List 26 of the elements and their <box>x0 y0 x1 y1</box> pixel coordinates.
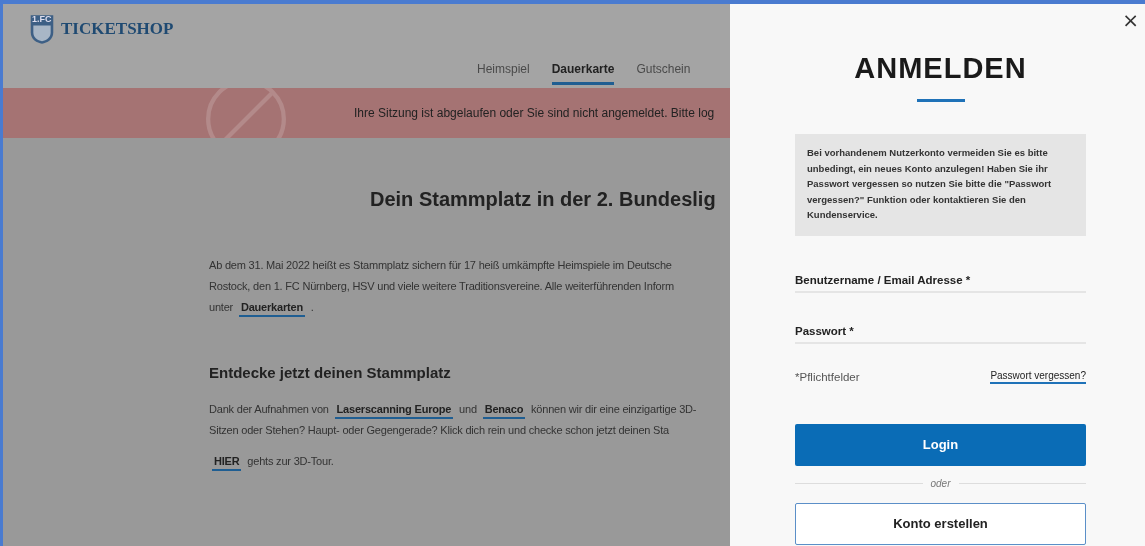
drawer-title: ANMELDEN <box>853 52 1028 85</box>
intro-paragraph: Ab dem 31. Mai 2022 heißt es Stammplatz sichern für 17 heiß umkämpfte Heimspiele im Deutsche Rostock, den 1. FC Nürnberg, HSV und viele weitere Traditionsvereine. Alle weiterführenden Inform unter Dauerkarten . <box>209 255 730 318</box>
logo-label: 1.FC <box>32 14 52 24</box>
close-button[interactable]: × <box>1122 10 1139 30</box>
section-heading: Entdecke jetzt deinen Stammplatz <box>209 364 452 381</box>
forgot-password-link[interactable]: Passwort vergessen? <box>990 369 1086 384</box>
nav-tab[interactable]: Dauerkarte <box>551 62 615 85</box>
text-link[interactable]: Dauerkarten <box>238 301 305 317</box>
text-link[interactable]: Benaco <box>482 403 526 419</box>
input-field[interactable]: Benutzername / Email Adresse * <box>795 273 1086 293</box>
required-note: *Pflichtfelder <box>795 370 860 383</box>
register-button[interactable]: Konto erstellen <box>795 502 1086 545</box>
logo-text[interactable]: TICKETSHOP <box>61 19 174 39</box>
nav-tab[interactable]: Gutschein <box>636 62 691 85</box>
tour-paragraph: Dank der Aufnahmen von Laserscanning Europe und Benaco können wir dir eine einzigartige 3D- Sitzen oder Stehen? Haupt- oder Gegengerade? Klick dich rein und checke schon jetzt deinen Sta <box>209 402 698 438</box>
tour-link-text: HIER gehts zur 3D-Tour. <box>209 451 730 472</box>
nav-tab[interactable]: Heimspiel <box>477 62 530 85</box>
input-field[interactable]: Passwort * <box>795 324 1086 344</box>
alert-message: Ihre Sitzung ist abgelaufen oder Sie sind nicht angemeldet. Bitte log <box>354 106 715 120</box>
page-heading: Dein Stammplatz in der 2. Bundeslig <box>370 188 717 211</box>
separator-text: oder <box>930 477 951 489</box>
login-button[interactable]: Login <box>795 423 1086 466</box>
crest-icon <box>29 13 55 45</box>
notice-box: Bei vorhandenem Nutzerkonto vermeiden Sie es bitte unbedingt, ein neues Konto anzulegen! Haben Sie ihr Passwort vergessen so nutzen Sie bitte die "Passwort vergessen?" Funktion oder kontaktieren Sie den Kundenservice. <box>795 134 1086 236</box>
text-link[interactable]: HIER <box>212 455 242 471</box>
text-link[interactable]: Laserscanning Europe <box>334 403 454 419</box>
